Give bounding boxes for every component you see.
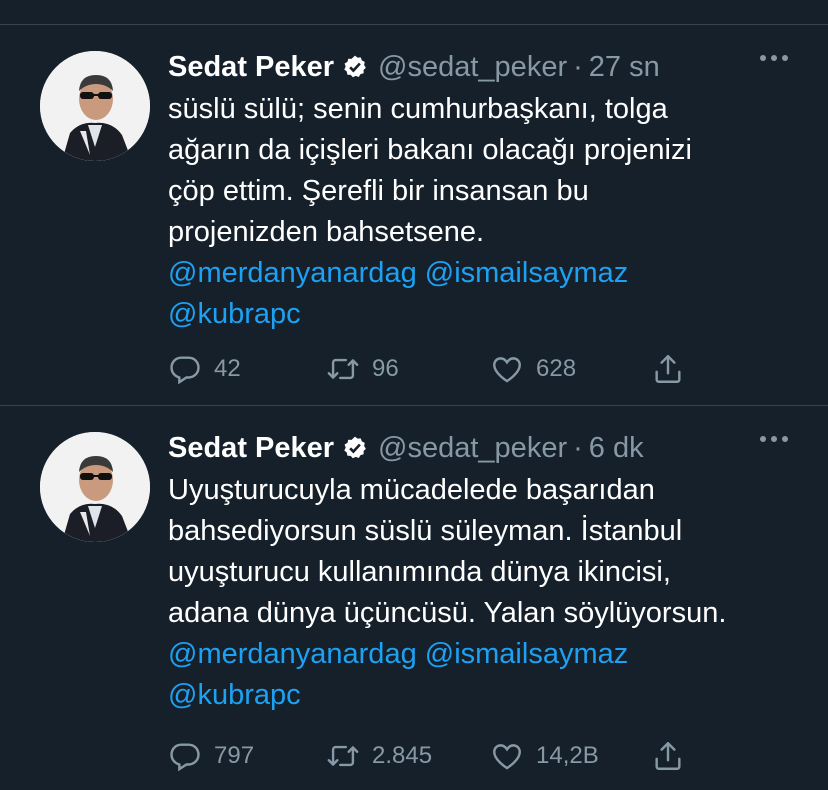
reply-icon [170,743,200,772]
separator-dot: · [573,50,583,83]
tweet-text-line: bahsediyorsun süslü süleyman. İstanbul [168,515,683,547]
separator-dot: · [573,431,583,464]
retweet-count: 96 [372,355,399,382]
share-button[interactable] [651,352,685,386]
reply-button[interactable]: 797 [168,739,254,773]
author-name[interactable]: Sedat Peker [168,432,334,465]
verified-badge-icon [344,436,366,459]
like-count: 628 [536,355,577,382]
author-handle[interactable]: @sedat_peker [378,432,567,465]
like-count: 14,2B [536,742,599,769]
retweet-icon [327,745,359,767]
tweet[interactable]: Sedat Peker @sedat_peker · 6 dk Uyuşturu… [0,406,828,790]
more-options-icon[interactable] [760,55,788,61]
mention-link[interactable]: @ismailsaymaz [425,638,628,670]
reply-button[interactable]: 42 [168,352,241,386]
avatar[interactable] [40,51,150,161]
tweet-actions: 797 2.845 14,2B [168,738,698,774]
more-options-icon[interactable] [760,436,788,442]
tweet-text-line: süslü sülü; senin cumhurbaşkanı, tolga [168,93,668,125]
like-button[interactable]: 14,2B [490,739,599,773]
tweet-timestamp[interactable]: 6 dk [589,432,644,465]
author-name[interactable]: Sedat Peker [168,51,334,84]
retweet-count: 2.845 [372,742,433,769]
mention-link[interactable]: @merdanyanardag [168,638,417,670]
avatar[interactable] [40,432,150,542]
tweet-text-line: ağarın da içişleri bakanı olacağı projen… [168,134,692,166]
reply-count: 797 [214,742,255,769]
heart-icon [493,744,521,770]
share-icon [655,355,681,383]
mention-link[interactable]: @kubrapc [168,298,301,330]
tweet-text-line: uyuşturucu kullanımında dünya ikincisi, [168,556,671,588]
tweet-text-line: adana dünya üçüncüsü. Yalan söylüyorsun. [168,597,727,629]
mention-link[interactable]: @merdanyanardag [168,257,417,289]
author-handle[interactable]: @sedat_peker [378,51,567,84]
heart-icon [493,357,521,383]
tweet[interactable]: Sedat Peker @sedat_peker · 27 sn süslü s… [0,25,828,405]
reply-icon [170,356,200,385]
retweet-icon [327,358,359,380]
like-button[interactable]: 628 [490,352,576,386]
tweet-header: Sedat Peker @sedat_peker · 27 sn [168,47,660,87]
tweet-text: süslü sülü; senin cumhurbaşkanı, tolga a… [168,89,798,335]
tweet-actions: 42 96 628 [168,351,698,387]
share-button[interactable] [651,739,685,773]
retweet-button[interactable]: 2.845 [326,739,432,773]
mention-link[interactable]: @ismailsaymaz [425,257,628,289]
tweet-text-line: çöp ettim. Şerefli bir insansan bu [168,175,589,207]
tweet-header: Sedat Peker @sedat_peker · 6 dk [168,428,644,468]
share-icon [655,742,681,770]
verified-badge-icon [344,55,366,78]
tweet-text-line: Uyuşturucuyla mücadelede başarıdan [168,474,655,506]
reply-count: 42 [214,355,241,382]
mention-link[interactable]: @kubrapc [168,679,301,711]
retweet-button[interactable]: 96 [326,352,399,386]
tweet-text-line: projenizden bahsetsene. [168,216,485,248]
tweet-timestamp[interactable]: 27 sn [589,51,660,84]
tweet-text: Uyuşturucuyla mücadelede başarıdan bahse… [168,470,798,716]
